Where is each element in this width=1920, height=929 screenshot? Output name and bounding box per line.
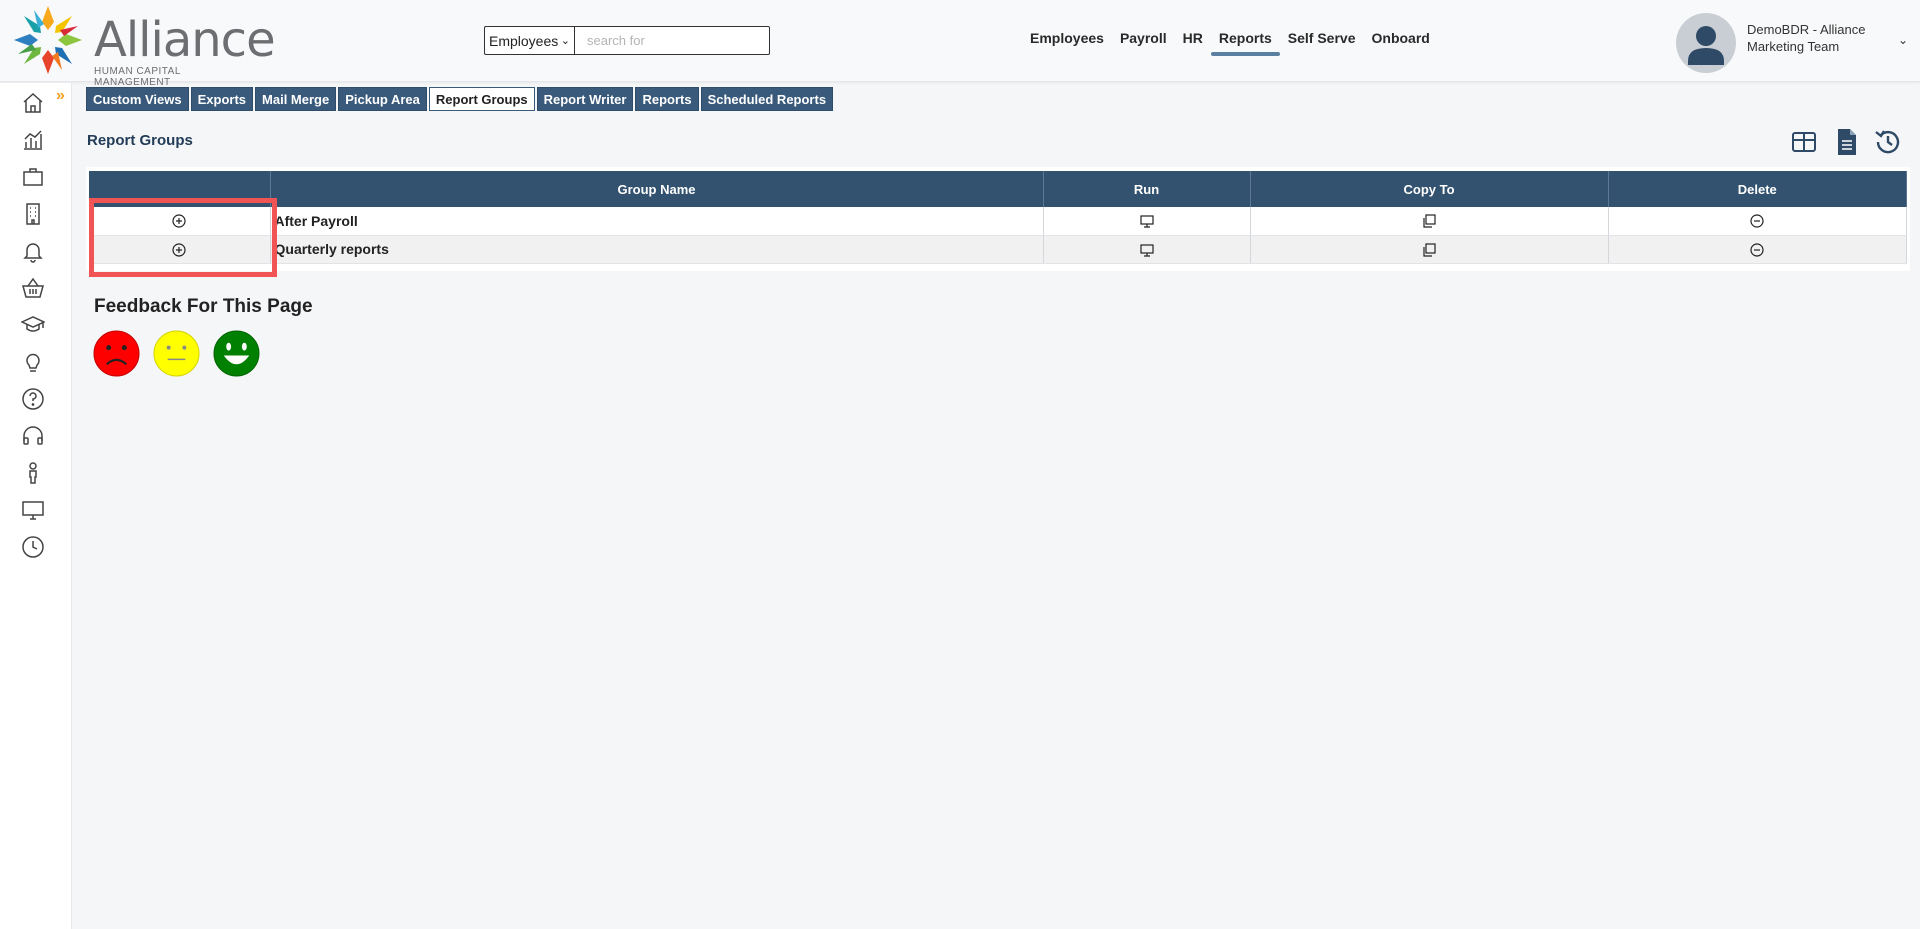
monitor-icon[interactable]	[21, 498, 45, 522]
lightbulb-icon[interactable]	[21, 350, 45, 374]
nav-reports[interactable]: Reports	[1210, 30, 1280, 56]
tab-report-writer[interactable]: Report Writer	[536, 87, 634, 111]
delete-minus-icon[interactable]	[1749, 242, 1765, 258]
help-icon[interactable]	[21, 387, 45, 411]
tab-custom-views[interactable]: Custom Views	[86, 87, 189, 111]
delete-cell	[1608, 235, 1907, 264]
analytics-icon[interactable]	[21, 128, 45, 152]
logo-subtitle: HUMAN CAPITAL MANAGEMENT	[94, 66, 181, 88]
building-icon[interactable]	[21, 202, 45, 226]
document-icon[interactable]	[1830, 126, 1862, 158]
tab-exports[interactable]: Exports	[190, 87, 254, 111]
highlight-box	[89, 198, 277, 277]
top-header: Alliance HUMAN CAPITAL MANAGEMENT Employ…	[0, 0, 1920, 88]
grid-view-icon[interactable]	[1788, 126, 1820, 158]
report-groups-panel: Group Name Run Copy To Delete After Payr…	[86, 167, 1910, 271]
avatar	[1676, 13, 1736, 73]
search-input[interactable]: search for	[574, 26, 770, 55]
nav-hr[interactable]: HR	[1175, 30, 1211, 54]
page-title: Report Groups	[87, 132, 193, 149]
search-category-value: Employees	[489, 32, 559, 49]
sad-face-icon[interactable]	[93, 330, 140, 377]
person-icon[interactable]	[21, 461, 45, 485]
user-menu[interactable]: DemoBDR - Alliance Marketing Team ⌄	[1676, 13, 1908, 73]
page-toolbar	[1788, 126, 1904, 158]
run-cell	[1043, 235, 1251, 264]
copy-to-cell	[1250, 207, 1609, 236]
copy-to-cell	[1250, 235, 1609, 264]
basket-icon[interactable]	[21, 276, 45, 300]
copy-icon[interactable]	[1421, 242, 1437, 258]
report-subtabs: Custom Views Exports Mail Merge Pickup A…	[86, 87, 834, 111]
search-category-select[interactable]: Employees ⌄	[484, 26, 574, 55]
sidebar: »	[0, 83, 72, 929]
tab-scheduled-reports[interactable]: Scheduled Reports	[700, 87, 834, 111]
happy-face-icon[interactable]	[213, 330, 260, 377]
user-name: DemoBDR - Alliance Marketing Team	[1747, 22, 1866, 54]
user-avatar-icon	[1688, 26, 1724, 65]
copy-icon[interactable]	[1421, 213, 1437, 229]
delete-minus-icon[interactable]	[1749, 213, 1765, 229]
nav-self-serve[interactable]: Self Serve	[1280, 30, 1364, 54]
tab-reports[interactable]: Reports	[635, 87, 699, 111]
bell-icon[interactable]	[21, 239, 45, 263]
chevron-down-icon[interactable]: ⌄	[1898, 33, 1908, 47]
main-nav: Employees Payroll HR Reports Self Serve …	[1022, 30, 1438, 56]
group-name-cell[interactable]: Quarterly reports	[270, 235, 1044, 264]
run-cell	[1043, 207, 1251, 236]
column-header-delete: Delete	[1608, 171, 1907, 207]
alliance-logo-icon	[14, 6, 82, 74]
alliance-logo[interactable]: Alliance HUMAN CAPITAL MANAGEMENT	[8, 2, 276, 88]
headphones-icon[interactable]	[21, 424, 45, 448]
report-groups-table: Group Name Run Copy To Delete After Payr…	[89, 171, 1907, 264]
nav-onboard[interactable]: Onboard	[1364, 30, 1438, 54]
clock-icon[interactable]	[21, 535, 45, 559]
graduation-cap-icon[interactable]	[21, 313, 45, 337]
chevron-down-icon: ⌄	[560, 35, 570, 47]
table-header-row: Group Name Run Copy To Delete	[89, 171, 1907, 207]
column-header-run: Run	[1043, 171, 1251, 207]
feedback-faces	[93, 330, 260, 377]
nav-employees[interactable]: Employees	[1022, 30, 1112, 54]
tab-mail-merge[interactable]: Mail Merge	[255, 87, 337, 111]
group-name-cell[interactable]: After Payroll	[270, 207, 1044, 236]
logo-name: Alliance	[94, 12, 276, 68]
nav-payroll[interactable]: Payroll	[1112, 30, 1175, 54]
table-row: Quarterly reports	[89, 235, 1907, 264]
history-icon[interactable]	[1872, 126, 1904, 158]
home-icon[interactable]	[21, 91, 45, 115]
tab-report-groups[interactable]: Report Groups	[428, 87, 535, 111]
column-header-group-name[interactable]: Group Name	[270, 171, 1044, 207]
sidebar-expand-icon[interactable]: »	[56, 87, 65, 105]
feedback-title: Feedback For This Page	[94, 296, 313, 317]
global-search: Employees ⌄ search for	[484, 26, 770, 55]
briefcase-icon[interactable]	[21, 165, 45, 189]
delete-cell	[1608, 207, 1907, 236]
run-monitor-icon[interactable]	[1139, 213, 1155, 229]
tab-pickup-area[interactable]: Pickup Area	[338, 87, 427, 111]
table-row: After Payroll	[89, 207, 1907, 236]
column-header-copy-to: Copy To	[1250, 171, 1609, 207]
run-monitor-icon[interactable]	[1139, 242, 1155, 258]
neutral-face-icon[interactable]	[153, 330, 200, 377]
